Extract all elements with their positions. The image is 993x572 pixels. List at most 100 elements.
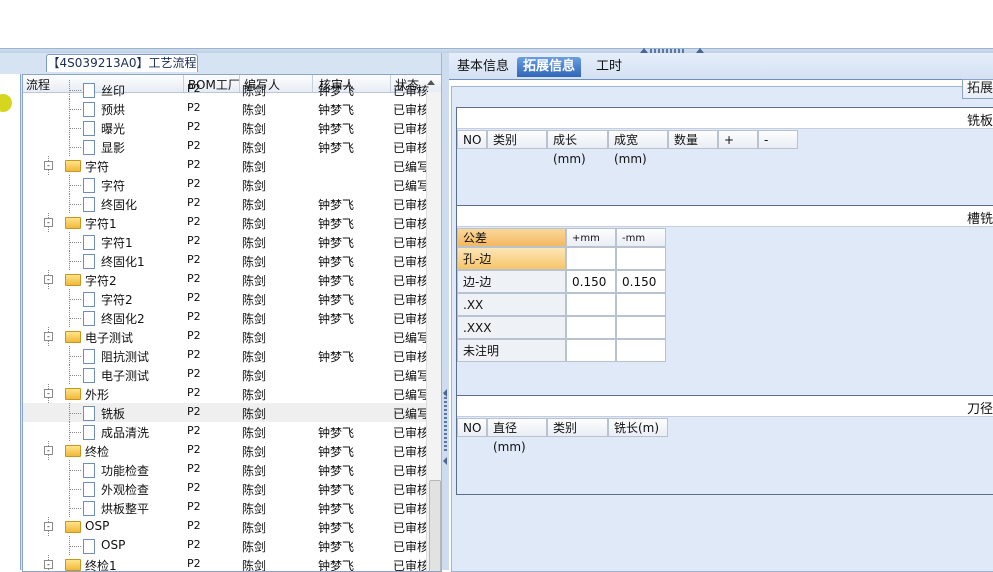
tree-row[interactable]: - 终检 P2 陈剑 钟梦飞 已审核 [23, 441, 430, 460]
row-writer: 陈剑 [242, 198, 267, 212]
row-reviewer: 钟梦飞 [318, 312, 355, 326]
row-name: 电子测试 [101, 369, 150, 383]
tab-work-hours[interactable]: 工时 [590, 57, 628, 77]
tolerance-plus-field[interactable] [566, 293, 616, 316]
tree-row[interactable]: OSP P2 陈剑 钟梦飞 已审核 [23, 536, 429, 555]
collapse-toggle-icon[interactable]: - [44, 218, 53, 227]
tree-row[interactable]: 终固化1 P2 陈剑 钟梦飞 已审核 [23, 251, 429, 270]
tree-vertical-scrollbar[interactable] [426, 92, 441, 571]
col-header-plus-mm: +mm [566, 228, 616, 247]
tab-extended-info[interactable]: 拓展信息 [517, 57, 582, 77]
tree-row[interactable]: 阻抗测试 P2 陈剑 钟梦飞 已审核 [23, 346, 430, 365]
row-reviewer: 钟梦飞 [318, 502, 355, 516]
tree-row[interactable]: 曝光 P2 陈剑 钟梦飞 已审核 [23, 118, 430, 137]
row-writer: 陈剑 [242, 179, 267, 193]
tree-row[interactable]: 烘板整平 P2 陈剑 钟梦飞 已审核 [23, 498, 429, 517]
row-writer: 陈剑 [242, 426, 267, 440]
tree-row[interactable]: 字符1 P2 陈剑 钟梦飞 已审核 [23, 232, 430, 251]
collapse-toggle-icon[interactable]: - [44, 560, 53, 569]
row-name: 终固化1 [101, 255, 145, 269]
folder-icon [65, 274, 81, 286]
row-bom: P2 [187, 424, 201, 437]
row-reviewer: 钟梦飞 [318, 540, 355, 554]
tolerance-minus-field[interactable]: 0.150 [616, 270, 666, 293]
tree-row[interactable]: - 电子测试 P2 陈剑 已编写 [23, 327, 430, 346]
row-writer: 陈剑 [242, 160, 267, 174]
col-header-mill-length: 铣长(m) [608, 418, 668, 437]
row-writer: 陈剑 [242, 350, 267, 364]
tolerance-minus-field[interactable] [616, 293, 666, 316]
row-bom: P2 [187, 348, 201, 361]
tree-row[interactable]: - OSP P2 陈剑 钟梦飞 已审核 [23, 517, 429, 536]
tree-row[interactable]: 铣板 P2 陈剑 已编写 [23, 403, 430, 422]
tolerance-minus-field[interactable] [616, 339, 666, 362]
collapse-toggle-icon[interactable]: - [44, 522, 53, 531]
folder-icon [65, 559, 81, 571]
row-bom: P2 [187, 177, 201, 190]
document-icon [83, 311, 95, 326]
tree-row[interactable]: 字符2 P2 陈剑 钟梦飞 已审核 [23, 289, 429, 308]
row-status: 已编写 [393, 407, 430, 421]
row-status: 已审核 [393, 350, 430, 364]
tab-basic-info[interactable]: 基本信息 [451, 57, 515, 77]
collapse-toggle-icon[interactable]: - [44, 332, 53, 341]
row-name: OSP [85, 519, 110, 533]
document-icon [83, 254, 95, 269]
tree-row[interactable]: 字符 P2 陈剑 已编写 [23, 175, 429, 194]
tolerance-minus-field[interactable] [616, 247, 666, 270]
tree-row[interactable]: - 字符2 P2 陈剑 钟梦飞 已审核 [23, 270, 430, 289]
process-flow-tab[interactable]: 【4S039213A0】工艺流程 [46, 54, 198, 72]
tolerance-plus-field[interactable] [566, 316, 616, 339]
remove-row-button[interactable]: - [758, 130, 798, 149]
col-header-width: 成宽(mm) [608, 130, 668, 166]
tree-row[interactable]: 终固化2 P2 陈剑 钟梦飞 已审核 [23, 308, 429, 327]
row-reviewer: 钟梦飞 [318, 141, 355, 155]
row-status: 已审核 [393, 274, 430, 288]
tree-row[interactable]: 显影 P2 陈剑 钟梦飞 已审核 [23, 137, 429, 156]
row-status: 已编写 [393, 331, 430, 345]
row-status: 已审核 [393, 464, 430, 478]
tolerance-row-label: 边-边 [457, 270, 566, 293]
collapse-toggle-icon[interactable]: - [44, 161, 53, 170]
row-status: 已审核 [393, 122, 430, 136]
extended-info-content: 铣板 NO 类别 成长(mm) 成宽(mm) 数量 + - 槽铣 公差 +mm … [451, 86, 993, 572]
tree-row[interactable]: 外观检查 P2 陈剑 钟梦飞 已审核 [23, 479, 429, 498]
row-status: 已审核 [393, 445, 430, 459]
document-icon [83, 83, 95, 98]
row-status: 已审核 [393, 236, 430, 250]
row-name: 丝印 [101, 84, 126, 98]
collapse-left-icon[interactable] [443, 389, 447, 397]
row-status: 已编写 [393, 369, 430, 383]
row-reviewer: 钟梦飞 [318, 483, 355, 497]
tree-row[interactable]: 预烘 P2 陈剑 钟梦飞 已审核 [23, 99, 429, 118]
tree-row[interactable]: - 字符1 P2 陈剑 钟梦飞 已审核 [23, 213, 429, 232]
tree-row[interactable]: 电子测试 P2 陈剑 已编写 [23, 365, 430, 384]
tree-row[interactable]: 丝印 P2 陈剑 钟梦飞 已审核 [23, 80, 429, 99]
splitter-grip[interactable] [444, 393, 447, 453]
tree-row[interactable]: - 终检1 P2 陈剑 钟梦飞 已审核 [23, 555, 429, 571]
tree-row[interactable]: 终固化 P2 陈剑 钟梦飞 已审核 [23, 194, 429, 213]
document-icon [83, 463, 95, 478]
tolerance-plus-field[interactable] [566, 247, 616, 270]
tree-row[interactable]: 成品清洗 P2 陈剑 钟梦飞 已审核 [23, 422, 429, 441]
collapse-toggle-icon[interactable]: - [44, 389, 53, 398]
row-writer: 陈剑 [242, 84, 267, 98]
tolerance-plus-field[interactable] [566, 339, 616, 362]
folder-icon [65, 217, 81, 229]
tree-row[interactable]: - 外形 P2 陈剑 已编写 [23, 384, 429, 403]
collapse-toggle-icon[interactable]: - [44, 275, 53, 284]
add-row-button[interactable]: + [718, 130, 758, 149]
tolerance-row-label: 未注明 [457, 339, 566, 362]
extended-side-button[interactable]: 拓展 [962, 79, 993, 99]
row-bom: P2 [187, 139, 201, 152]
collapse-toggle-icon[interactable]: - [44, 446, 53, 455]
scrollbar-thumb[interactable] [429, 480, 441, 571]
tree-row[interactable]: 功能检查 P2 陈剑 钟梦飞 已审核 [23, 460, 430, 479]
tolerance-minus-field[interactable] [616, 316, 666, 339]
tolerance-plus-field[interactable]: 0.150 [566, 270, 616, 293]
row-name: 外观检查 [101, 483, 150, 497]
tree-row[interactable]: - 字符 P2 陈剑 已编写 [23, 156, 429, 175]
row-bom: P2 [187, 462, 201, 475]
row-bom: P2 [187, 500, 201, 513]
collapse-left-icon[interactable] [443, 457, 447, 465]
